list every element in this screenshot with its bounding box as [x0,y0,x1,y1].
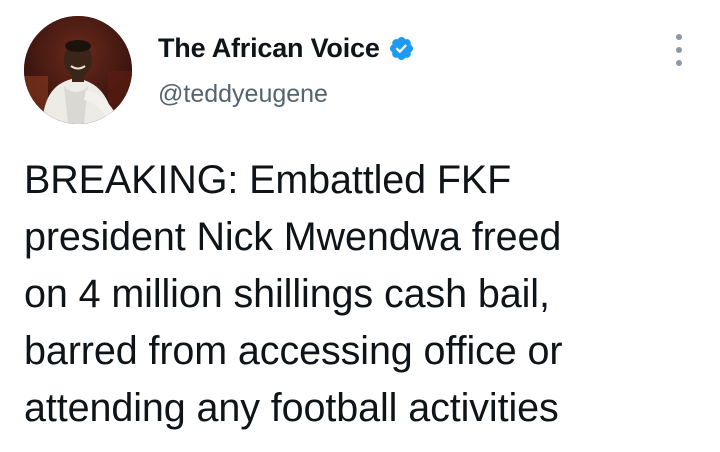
profile-photo [24,16,132,124]
more-dot [676,47,682,53]
tweet-text: BREAKING: Embattled FKF president Nick M… [24,158,563,430]
display-name[interactable]: The African Voice [158,33,380,64]
more-options-icon[interactable] [668,34,690,66]
tweet-card: The African Voice @teddyeugene BREAKING:… [0,0,720,452]
more-dot [676,34,682,40]
author-block: The African Voice @teddyeugene [158,30,415,109]
user-handle[interactable]: @teddyeugene [158,80,415,109]
verified-badge-icon [388,35,415,62]
more-dot [676,60,682,66]
name-row: The African Voice [158,30,415,66]
avatar[interactable] [24,16,132,124]
